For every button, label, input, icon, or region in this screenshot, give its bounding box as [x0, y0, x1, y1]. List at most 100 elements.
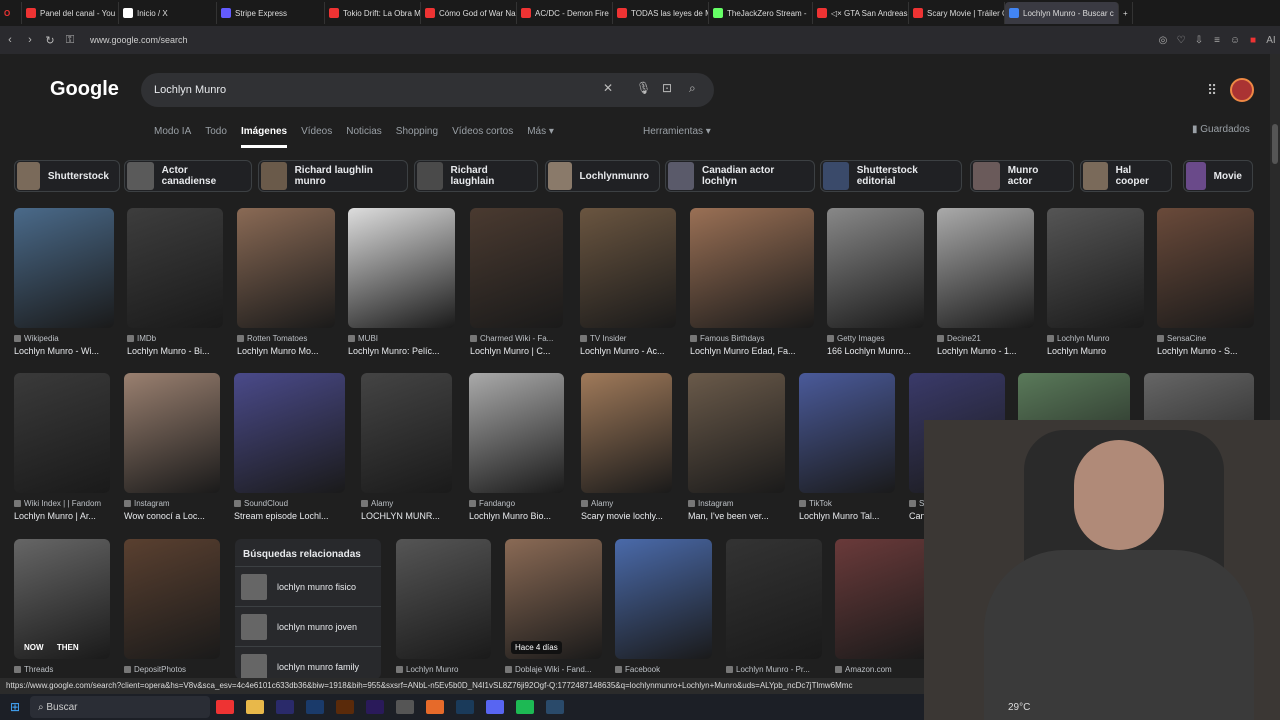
related-item[interactable]: lochlyn munro family — [235, 646, 381, 678]
image-thumbnail[interactable] — [14, 373, 110, 493]
browser-tab[interactable]: Cómo God of War Na — [421, 2, 517, 24]
image-result[interactable]: Amazon.com — [835, 539, 931, 677]
firefox-icon[interactable] — [426, 700, 444, 714]
google-logo[interactable]: Google — [50, 78, 119, 101]
saved-button[interactable]: ▮ Guardados — [1192, 124, 1250, 135]
image-result[interactable]: Decine21 Lochlyn Munro - 1... — [937, 208, 1034, 356]
image-thumbnail[interactable] — [581, 373, 672, 493]
source-label[interactable]: Instagram — [124, 499, 220, 508]
folder-icon[interactable] — [246, 700, 264, 714]
image-thumbnail[interactable] — [726, 539, 822, 659]
image-thumbnail[interactable] — [688, 373, 785, 493]
image-thumbnail[interactable] — [615, 539, 712, 659]
lens-icon[interactable]: ⊡ — [662, 81, 672, 95]
tab-4[interactable]: Noticias — [346, 126, 382, 148]
image-title[interactable]: LOCHLYN MUNR... — [361, 511, 452, 521]
apps-grid-icon[interactable]: ⠿ — [1207, 82, 1217, 99]
source-label[interactable]: Instagram — [688, 499, 785, 508]
browser-tab[interactable]: Lochlyn Munro - Buscar c — [1005, 2, 1119, 24]
image-title[interactable]: Lochlyn Munro - Wi... — [14, 346, 114, 356]
source-label[interactable]: SoundCloud — [234, 499, 345, 508]
image-thumbnail[interactable] — [937, 208, 1034, 328]
tab-6[interactable]: Vídeos cortos — [452, 126, 513, 148]
image-result[interactable]: Alamy Scary movie lochly... — [581, 373, 672, 521]
clear-icon[interactable]: ✕ — [603, 81, 613, 95]
camera-icon[interactable]: ◎ — [1154, 35, 1172, 46]
source-label[interactable]: Doblaje Wiki - Fand... — [505, 665, 602, 674]
image-title[interactable]: Wow conocí a Loc... — [124, 511, 220, 521]
photoshop-icon[interactable] — [306, 700, 324, 714]
image-thumbnail[interactable] — [396, 539, 491, 659]
source-label[interactable]: Amazon.com — [835, 665, 931, 674]
browser-tab[interactable]: TODAS las leyes de M — [613, 2, 709, 24]
source-label[interactable]: Rotten Tomatoes — [237, 334, 335, 343]
source-label[interactable]: Fandango — [469, 499, 564, 508]
source-label[interactable]: Wiki Index | | Fandom — [14, 499, 110, 508]
image-title[interactable]: Lochlyn Munro - Bi... — [127, 346, 223, 356]
image-title[interactable]: Stream episode Lochl... — [234, 511, 345, 521]
browser-tab[interactable]: AC/DC - Demon Fire — [517, 2, 613, 24]
image-title[interactable]: Lochlyn Munro | C... — [470, 346, 563, 356]
image-result[interactable]: Facebook — [615, 539, 712, 677]
image-thumbnail[interactable] — [234, 373, 345, 493]
image-thumbnail[interactable] — [580, 208, 676, 328]
image-result[interactable]: Instagram Man, I've been ver... — [688, 373, 785, 521]
source-label[interactable]: Threads — [14, 665, 110, 674]
source-label[interactable]: Lochlyn Munro - Pr... — [726, 665, 822, 674]
source-label[interactable]: Alamy — [361, 499, 452, 508]
steam-icon[interactable] — [456, 700, 474, 714]
image-thumbnail[interactable] — [124, 539, 220, 659]
opera-icon[interactable]: O — [0, 2, 22, 24]
tab-5[interactable]: Shopping — [396, 126, 438, 148]
image-thumbnail[interactable] — [124, 373, 220, 493]
source-label[interactable]: TV Insider — [580, 334, 676, 343]
related-item[interactable]: lochlyn munro joven — [235, 606, 381, 646]
tab-7[interactable]: Más ▾ — [527, 126, 554, 148]
browser-tab[interactable]: TheJackZero Stream - — [709, 2, 813, 24]
image-result[interactable]: DepositPhotos — [124, 539, 220, 677]
source-label[interactable]: DepositPhotos — [124, 665, 220, 674]
source-label[interactable]: SensaCine — [1157, 334, 1254, 343]
opera-icon[interactable] — [216, 700, 234, 714]
tools-button[interactable]: Herramientas ▾ — [643, 126, 711, 137]
new-tab-button[interactable]: + — [1119, 2, 1133, 24]
image-result[interactable]: Lochlyn Munro - Pr... — [726, 539, 822, 677]
image-result[interactable]: Fandango Lochlyn Munro Bio... — [469, 373, 564, 521]
browser-tab[interactable]: Panel del canal - You — [22, 2, 119, 24]
image-title[interactable]: Scary movie lochly... — [581, 511, 672, 521]
chip[interactable]: Movie — [1183, 160, 1253, 192]
search-icon[interactable]: ⌕ — [689, 81, 696, 96]
related-item[interactable]: lochlyn munro fisico — [235, 566, 381, 606]
source-label[interactable]: Getty Images — [827, 334, 924, 343]
image-title[interactable]: Lochlyn Munro Tal... — [799, 511, 895, 521]
image-result[interactable]: Getty Images 166 Lochlyn Munro... — [827, 208, 924, 356]
image-title[interactable]: Lochlyn Munro Bio... — [469, 511, 564, 521]
image-thumbnail[interactable] — [827, 208, 924, 328]
image-title[interactable]: 166 Lochlyn Munro... — [827, 346, 924, 356]
spotify-icon[interactable] — [516, 700, 534, 714]
back-icon[interactable]: ‹ — [0, 34, 20, 46]
reload-icon[interactable]: ↻ — [40, 34, 60, 47]
image-thumbnail[interactable] — [14, 539, 110, 659]
chip[interactable]: Hal cooper — [1080, 160, 1172, 192]
image-result[interactable]: Famous Birthdays Lochlyn Munro Edad, Fa..… — [690, 208, 814, 356]
image-title[interactable]: Lochlyn Munro - S... — [1157, 346, 1254, 356]
image-title[interactable]: Lochlyn Munro - 1... — [937, 346, 1034, 356]
url-field[interactable]: www.google.com/search — [90, 35, 188, 45]
image-thumbnail[interactable] — [237, 208, 335, 328]
chip[interactable]: Actor canadiense — [124, 160, 252, 192]
windows-icon[interactable]: ⊞ — [0, 700, 30, 714]
obs-icon[interactable] — [396, 700, 414, 714]
image-result[interactable]: NOW THEN Threads — [14, 539, 110, 677]
source-label[interactable]: Wikipedia — [14, 334, 114, 343]
source-label[interactable]: Famous Birthdays — [690, 334, 814, 343]
search-input[interactable]: Lochlyn Munro — [154, 84, 226, 96]
profile-icon[interactable]: ☺ — [1226, 35, 1244, 46]
image-thumbnail[interactable] — [1157, 208, 1254, 328]
chip[interactable]: Richard laughlain — [414, 160, 538, 192]
ai-icon[interactable]: AI — [1262, 35, 1280, 46]
image-result[interactable]: Lochlyn Munro — [396, 539, 491, 677]
image-result[interactable]: TV Insider Lochlyn Munro - Ac... — [580, 208, 676, 356]
chip[interactable]: Munro actor — [970, 160, 1074, 192]
image-title[interactable]: Lochlyn Munro | Ar... — [14, 511, 110, 521]
